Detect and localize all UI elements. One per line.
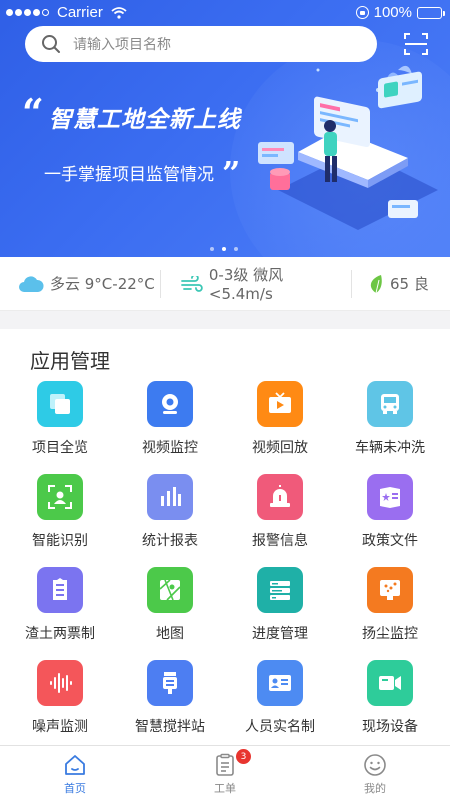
- carrier-name: Carrier: [57, 4, 103, 21]
- wifi-icon: [111, 6, 127, 19]
- app-progress-management[interactable]: 进度管理: [225, 567, 335, 660]
- leaf-icon: [370, 274, 382, 293]
- weather-wind: 0-3级 微风 <5.4m/s: [161, 264, 351, 303]
- weather-aqi-text: 65 良: [390, 275, 429, 293]
- wind-icon: [181, 275, 203, 292]
- app-label: 智能识别: [32, 533, 88, 549]
- layers-icon: [37, 381, 83, 427]
- app-alarm-info[interactable]: 报警信息: [225, 474, 335, 567]
- app-project-overview[interactable]: 项目全览: [5, 381, 115, 474]
- face-scan-icon: [37, 474, 83, 520]
- app-label: 视频回放: [252, 440, 308, 456]
- home-icon: [65, 755, 85, 775]
- app-grid: 项目全览 视频监控 视频回放 车辆未冲洗 智能识别 统计报表 报警信息 政策文件…: [5, 381, 445, 753]
- app-video-playback[interactable]: 视频回放: [225, 381, 335, 474]
- bar-chart-icon: [147, 474, 193, 520]
- alarm-light-icon: [257, 474, 303, 520]
- mixer-station-icon: [147, 660, 193, 706]
- tab-home[interactable]: 首页: [0, 746, 150, 800]
- app-policy-documents[interactable]: 政策文件: [335, 474, 445, 567]
- banner-subline: 一手掌握项目监管情况 ”: [44, 153, 241, 192]
- tab-profile[interactable]: 我的: [300, 746, 450, 800]
- cloud-icon: [19, 275, 44, 292]
- tab-label: 首页: [64, 782, 86, 795]
- app-statistics-report[interactable]: 统计报表: [115, 474, 225, 567]
- ticket-icon: [37, 567, 83, 613]
- pager-dot[interactable]: [234, 247, 238, 251]
- app-dust-monitor[interactable]: 扬尘监控: [335, 567, 445, 660]
- app-video-monitor[interactable]: 视频监控: [115, 381, 225, 474]
- app-label: 渣土两票制: [25, 626, 95, 642]
- truck-icon: [367, 381, 413, 427]
- battery-percent: 100%: [373, 4, 412, 21]
- search-input[interactable]: 请输入项目名称: [73, 34, 171, 54]
- pager-dot-active[interactable]: [222, 247, 226, 251]
- bottom-tab-bar: 首页 3 工单 我的: [0, 745, 450, 800]
- app-label: 地图: [156, 626, 184, 642]
- weather-condition: 多云 9°C-22°C: [0, 273, 160, 294]
- quote-close-mark: ”: [222, 153, 241, 192]
- search-bar[interactable]: 请输入项目名称: [25, 26, 377, 62]
- signal-strength-icon: [6, 9, 51, 16]
- tab-work-order[interactable]: 3 工单: [150, 746, 300, 800]
- app-muck-two-ticket[interactable]: 渣土两票制: [5, 567, 115, 660]
- app-site-equipment[interactable]: 现场设备: [335, 660, 445, 753]
- search-icon: [42, 35, 60, 53]
- app-label: 统计报表: [142, 533, 198, 549]
- quote-open-mark: “: [22, 90, 45, 135]
- tv-play-icon: [257, 381, 303, 427]
- map-icon: [147, 567, 193, 613]
- app-real-name-staff[interactable]: 人员实名制: [225, 660, 335, 753]
- app-noise-monitor[interactable]: 噪声监测: [5, 660, 115, 753]
- app-label: 智慧搅拌站: [135, 719, 205, 735]
- scan-icon[interactable]: [404, 32, 428, 56]
- sound-wave-icon: [37, 660, 83, 706]
- app-label: 进度管理: [252, 626, 308, 642]
- app-label: 项目全览: [32, 440, 88, 456]
- dust-monitor-icon: [367, 567, 413, 613]
- app-management-panel: 应用管理 项目全览 视频监控 视频回放 车辆未冲洗 智能识别 统计报表 报警信息…: [0, 329, 450, 745]
- webcam-icon: [147, 381, 193, 427]
- app-label: 扬尘监控: [362, 626, 418, 642]
- weather-aqi: 65 良: [352, 273, 429, 294]
- progress-list-icon: [257, 567, 303, 613]
- app-label: 车辆未冲洗: [355, 440, 425, 456]
- app-label: 视频监控: [142, 440, 198, 456]
- banner-headline-text: 智慧工地全新上线: [48, 107, 241, 133]
- banner-headline: “ 智慧工地全新上线: [22, 90, 241, 135]
- weather-condition-text: 多云 9°C-22°C: [50, 275, 155, 293]
- status-bar: Carrier 100%: [0, 0, 450, 26]
- app-map[interactable]: 地图: [115, 567, 225, 660]
- app-smart-recognition[interactable]: 智能识别: [5, 474, 115, 567]
- app-label: 人员实名制: [245, 719, 315, 735]
- app-vehicle-unwashed[interactable]: 车辆未冲洗: [335, 381, 445, 474]
- tab-label: 我的: [364, 782, 386, 795]
- battery-icon: [417, 6, 445, 19]
- weather-wind-text: 0-3级 微风 <5.4m/s: [208, 266, 284, 303]
- tab-label: 工单: [214, 782, 236, 795]
- document-star-icon: [367, 474, 413, 520]
- smart-site-illustration: [258, 65, 438, 230]
- work-order-badge: 3: [236, 749, 251, 764]
- app-label: 噪声监测: [32, 719, 88, 735]
- banner-subline-text: 一手掌握项目监管情况: [44, 165, 214, 185]
- pager-dot[interactable]: [210, 247, 214, 251]
- work-order-icon: [216, 753, 234, 776]
- id-card-icon: [257, 660, 303, 706]
- app-smart-mixing-station[interactable]: 智慧搅拌站: [115, 660, 225, 753]
- smiley-icon: [364, 754, 386, 776]
- banner-pager[interactable]: [206, 247, 242, 251]
- app-label: 政策文件: [362, 533, 418, 549]
- orientation-lock-icon: [355, 6, 369, 19]
- weather-bar: 多云 9°C-22°C 0-3级 微风 <5.4m/s 65 良: [0, 257, 450, 311]
- app-label: 现场设备: [362, 719, 418, 735]
- hero-banner[interactable]: 请输入项目名称 “ 智慧工地全新上线 一手掌握项目监管情况 ”: [0, 0, 450, 257]
- section-title: 应用管理: [30, 349, 110, 373]
- camera-device-icon: [367, 660, 413, 706]
- app-label: 报警信息: [252, 533, 308, 549]
